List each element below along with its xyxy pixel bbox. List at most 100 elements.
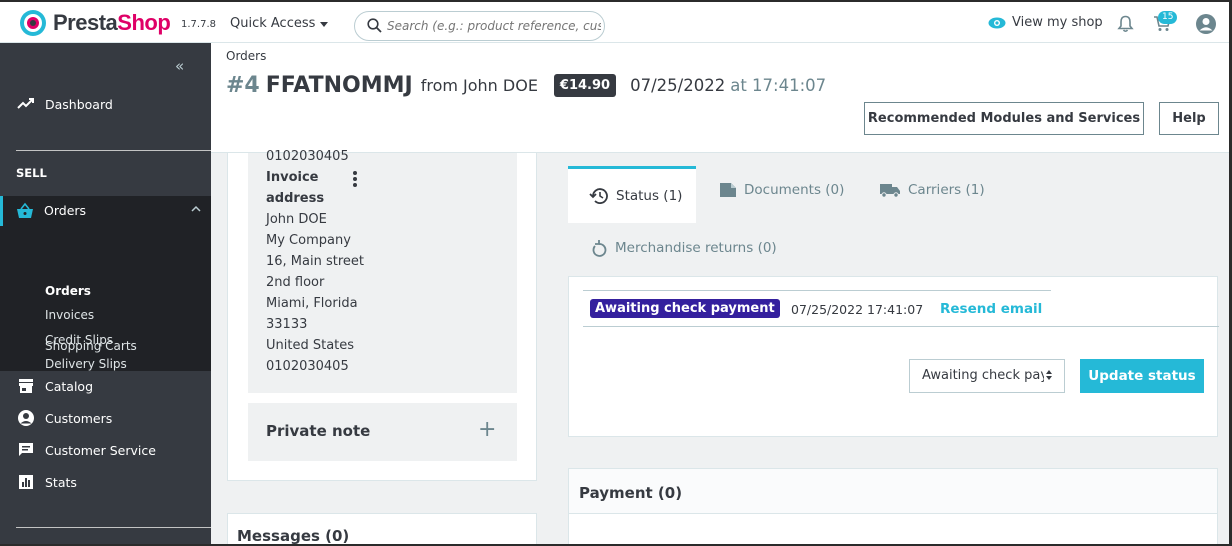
address-line: Miami, Florida [266, 296, 358, 311]
search-input[interactable] [387, 12, 601, 40]
payment-card: Payment (0) [568, 468, 1218, 546]
view-my-shop-link[interactable]: View my shop [988, 15, 1103, 30]
recommended-modules-button[interactable]: Recommended Modules and Services [864, 102, 1144, 135]
tab-status[interactable]: Status (1) [568, 166, 696, 223]
tab-documents[interactable]: Documents (0) [719, 182, 844, 198]
trending-up-icon [17, 98, 34, 109]
person-icon [18, 410, 34, 426]
cart-count-badge: 15 [1158, 11, 1178, 24]
order-reference: FFATNOMMJ [265, 73, 413, 98]
sidebar-item-label: Customers [45, 410, 113, 426]
status-select-value: Awaiting check payment [922, 368, 1044, 383]
sidebar-item-label: Orders [44, 203, 87, 218]
private-note-section: Private note + [248, 403, 517, 461]
section-title-sell: SELL [16, 166, 47, 180]
status-select[interactable]: Awaiting check payment [909, 359, 1065, 393]
history-icon [589, 188, 608, 204]
chevron-up-icon [191, 205, 201, 212]
divider [16, 150, 211, 151]
customer-card: 0102030405 Invoice address John DOE My C… [227, 149, 537, 481]
undo-icon [592, 240, 607, 257]
submenu-orders[interactable]: Orders [45, 284, 91, 298]
quick-access-dropdown[interactable]: Quick Access [230, 16, 329, 31]
update-status-button[interactable]: Update status [1080, 359, 1204, 393]
submenu-delivery-slips[interactable]: Delivery Slips [45, 357, 127, 371]
sidebar-item-label: Customer Service [45, 442, 156, 458]
address-line: John DOE [266, 212, 327, 227]
divider [583, 326, 1219, 327]
truck-icon [880, 184, 900, 198]
tab-label: Status (1) [616, 188, 683, 204]
more-options-icon[interactable] [353, 171, 357, 189]
eye-icon [988, 17, 1006, 28]
address-phone: 0102030405 [266, 149, 349, 164]
tab-label: Documents (0) [744, 182, 845, 198]
order-date: 07/25/2022 [630, 76, 726, 95]
sidebar: « Dashboard SELL Orders Orders Invoices … [0, 43, 211, 546]
sidebar-item-orders[interactable]: Orders [0, 196, 211, 226]
search-box[interactable] [354, 11, 605, 41]
messages-title: Messages (0) [237, 527, 350, 545]
tab-carriers[interactable]: Carriers (1) [879, 182, 985, 198]
address-line: 2nd floor [266, 275, 325, 290]
select-arrows-icon [1046, 370, 1054, 380]
submenu-shopping-carts[interactable]: Shopping Carts [45, 339, 137, 353]
order-customer: from John DOE [420, 76, 538, 95]
chat-icon [19, 443, 33, 456]
address-line: My Company [266, 233, 351, 248]
basket-icon [17, 202, 33, 218]
address-line: United States [266, 338, 355, 353]
add-note-plus-icon[interactable]: + [478, 419, 496, 441]
messages-card: Messages (0) [227, 513, 537, 546]
sidebar-item-stats[interactable]: Stats [0, 469, 211, 495]
invoice-address-label: address [266, 191, 325, 206]
tab-label: Merchandise returns (0) [615, 240, 777, 256]
view-shop-label: View my shop [1012, 15, 1103, 30]
sidebar-item-catalog[interactable]: Catalog [0, 373, 211, 399]
sidebar-item-label: Stats [45, 474, 77, 490]
search-icon [367, 18, 382, 33]
order-time: at 17:41:07 [730, 76, 827, 95]
payment-header: Payment (0) [569, 469, 1217, 514]
private-note-title: Private note [266, 422, 371, 440]
sidebar-item-label: Dashboard [45, 96, 113, 112]
sidebar-item-label: Catalog [45, 378, 94, 394]
order-number: #4 [226, 73, 260, 98]
breadcrumb[interactable]: Orders [226, 49, 266, 63]
notifications-bell-icon[interactable] [1117, 15, 1134, 37]
invoice-address-box: 0102030405 Invoice address John DOE My C… [248, 149, 517, 393]
address-line: 0102030405 [266, 359, 349, 374]
top-bar: PrestaShop 1.7.7.8 Quick Access View my … [0, 0, 1232, 43]
invoice-address-label: Invoice [266, 170, 319, 185]
user-avatar-icon[interactable] [1195, 13, 1217, 39]
status-date: 07/25/2022 17:41:07 [791, 302, 924, 317]
puffin-logo-icon [20, 10, 46, 36]
page-header: Orders #4 FFATNOMMJ from John DOE €14.90… [211, 43, 1232, 153]
page-title: #4 FFATNOMMJ from John DOE €14.90 07/25/… [226, 73, 826, 98]
quick-access-label: Quick Access [230, 16, 316, 31]
divider [16, 527, 211, 528]
tab-label: Carriers (1) [908, 182, 985, 198]
bar-chart-icon [19, 475, 33, 489]
status-badge: Awaiting check payment [590, 299, 780, 318]
address-line: 16, Main street [266, 254, 364, 269]
sidebar-item-customer-service[interactable]: Customer Service [0, 437, 211, 463]
resend-email-link[interactable]: Resend email [940, 301, 1042, 317]
version-label: 1.7.7.8 [181, 19, 216, 30]
help-button[interactable]: Help [1159, 102, 1219, 135]
store-icon [19, 379, 33, 393]
collapse-sidebar-icon[interactable]: « [175, 57, 184, 75]
submenu-invoices[interactable]: Invoices [45, 308, 94, 322]
prestashop-logo[interactable]: PrestaShop [20, 10, 171, 36]
payment-title: Payment (0) [579, 484, 683, 502]
sidebar-item-customers[interactable]: Customers [0, 405, 211, 431]
status-history-card: Awaiting check payment 07/25/2022 17:41:… [568, 276, 1219, 437]
document-icon [720, 183, 736, 197]
active-indicator [0, 196, 3, 226]
address-line: 33133 [266, 317, 308, 332]
tab-merchandise-returns[interactable]: Merchandise returns (0) [590, 238, 777, 258]
order-total-badge: €14.90 [553, 74, 617, 97]
sidebar-item-dashboard[interactable]: Dashboard [0, 91, 211, 117]
caret-down-icon [320, 22, 329, 27]
logo-text: PrestaShop [53, 10, 171, 35]
